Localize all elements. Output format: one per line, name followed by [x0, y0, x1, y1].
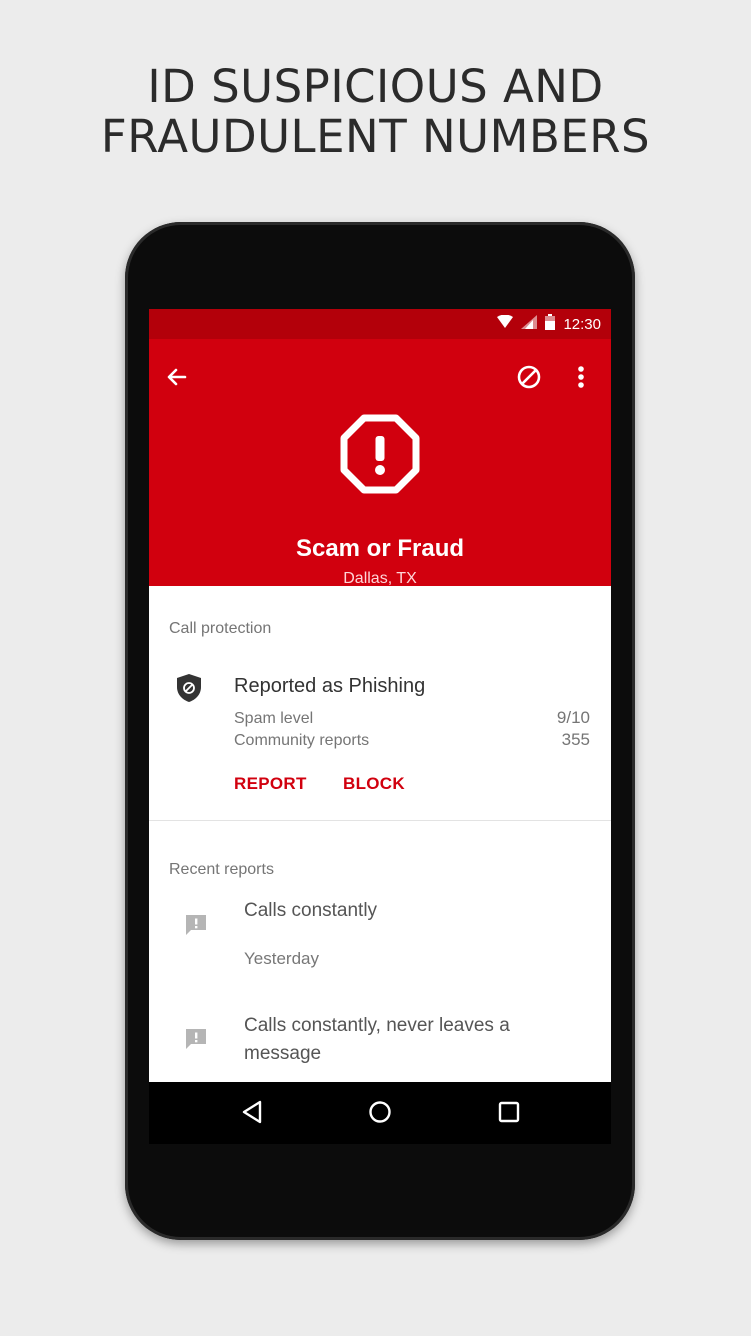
overflow-menu-button[interactable]	[567, 363, 595, 395]
report-message-icon	[184, 913, 208, 937]
phone-screen: 12:30 Scam or Fraud Dallas, TX Call prot…	[149, 309, 611, 1082]
octagon-alert-icon	[340, 414, 420, 494]
nav-back-icon	[241, 1100, 263, 1129]
back-button[interactable]	[161, 363, 193, 395]
headline-line-2: FRAUDULENT NUMBERS	[100, 110, 651, 163]
section-divider	[149, 820, 611, 821]
headline-line-1: ID SUSPICIOUS AND	[147, 60, 604, 113]
shield-block-icon	[176, 673, 202, 703]
nav-back-button[interactable]	[237, 1099, 267, 1129]
report-button[interactable]: REPORT	[234, 774, 307, 794]
nav-recents-icon	[498, 1101, 520, 1128]
promo-headline: ID SUSPICIOUS AND FRAUDULENT NUMBERS	[0, 62, 751, 162]
arrow-left-icon	[165, 365, 189, 394]
more-vert-icon	[577, 365, 585, 394]
signal-icon	[521, 314, 538, 334]
report-text: Calls constantly	[244, 900, 378, 921]
nav-home-button[interactable]	[365, 1099, 395, 1129]
community-reports-value: 355	[561, 730, 590, 749]
recent-reports-label: Recent reports	[169, 861, 274, 878]
nav-recents-button[interactable]	[494, 1099, 524, 1129]
nav-home-icon	[368, 1100, 392, 1129]
caller-header: Scam or Fraud Dallas, TX	[149, 339, 611, 587]
caller-location: Dallas, TX	[343, 570, 417, 587]
wifi-icon	[497, 314, 514, 334]
report-date: Yesterday	[244, 949, 319, 968]
spam-level-label: Spam level	[234, 710, 314, 727]
reported-status: Reported as Phishing	[234, 675, 426, 697]
call-protection-label: Call protection	[169, 620, 272, 637]
block-button[interactable]: BLOCK	[343, 774, 405, 794]
battery-icon	[545, 313, 556, 335]
spam-level-value: 9/10	[556, 708, 590, 727]
status-time: 12:30	[563, 315, 601, 333]
caller-title: Scam or Fraud	[295, 535, 465, 562]
android-nav-bar	[149, 1082, 611, 1144]
status-bar: 12:30	[149, 309, 611, 339]
report-message-icon	[184, 1027, 208, 1051]
block-icon	[516, 364, 542, 395]
report-text: Calls constantly, never leaves a message	[244, 1015, 510, 1064]
block-number-button[interactable]	[513, 363, 545, 395]
community-reports-label: Community reports	[234, 732, 370, 749]
